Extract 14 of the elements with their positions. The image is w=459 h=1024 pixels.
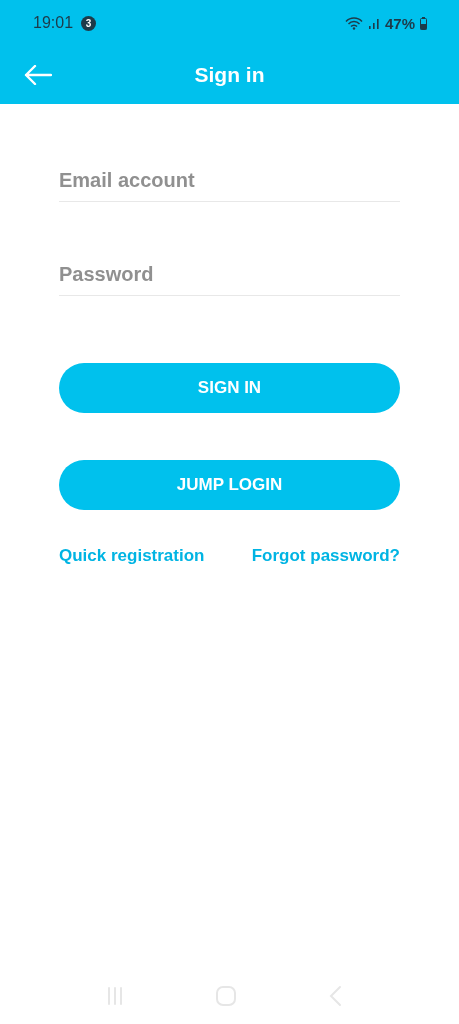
back-icon[interactable] bbox=[327, 985, 344, 1007]
sign-in-button[interactable]: SIGN IN bbox=[59, 363, 400, 413]
jump-login-button[interactable]: JUMP LOGIN bbox=[59, 460, 400, 510]
home-icon[interactable] bbox=[215, 985, 238, 1007]
back-arrow-icon[interactable] bbox=[24, 65, 52, 85]
signal-icon bbox=[367, 17, 380, 29]
battery-icon bbox=[420, 16, 427, 30]
battery-level: 47% bbox=[384, 14, 415, 32]
notification-badge: 3 bbox=[81, 15, 97, 31]
wifi-icon bbox=[344, 16, 363, 30]
header-title: Sign in bbox=[194, 63, 265, 87]
registration-link[interactable]: Quick registration bbox=[59, 546, 205, 566]
forgot-password-link[interactable]: Forgot password? bbox=[251, 546, 400, 566]
status-time: 19:01 bbox=[33, 14, 74, 32]
